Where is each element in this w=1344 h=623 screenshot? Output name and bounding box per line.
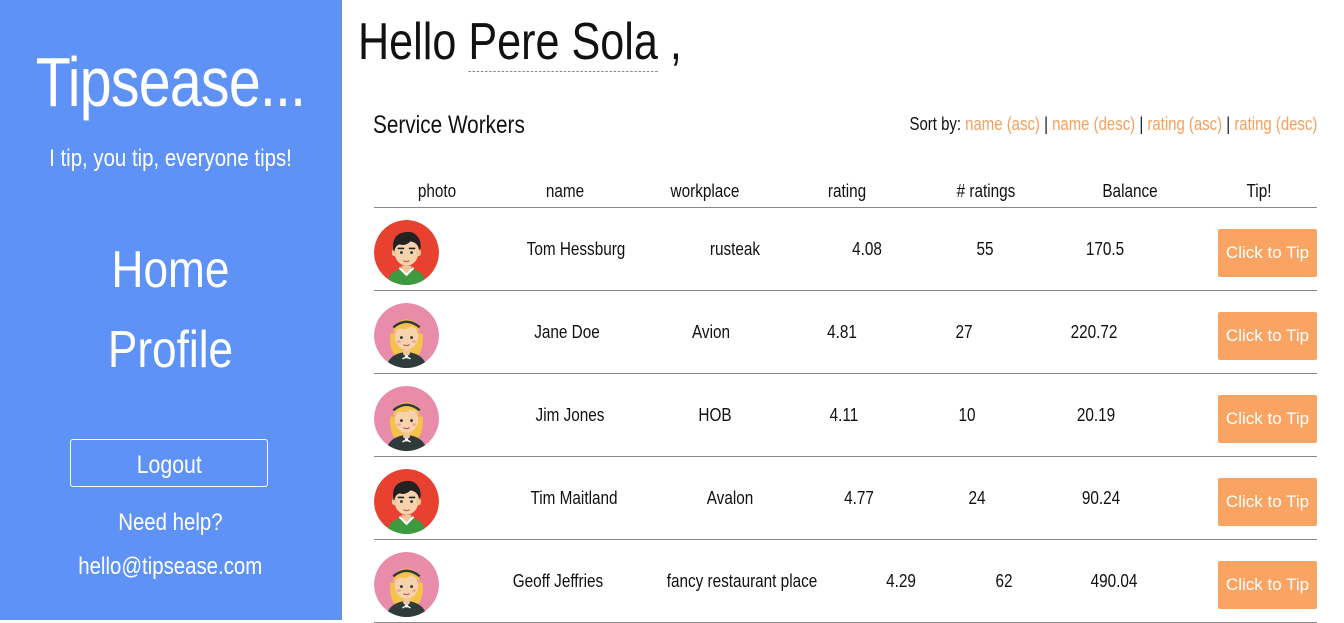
- section-title: Service Workers: [373, 111, 525, 139]
- worker-workplace: fancy restaurant place: [666, 571, 818, 591]
- contact-email[interactable]: hello@tipsease.com: [0, 552, 341, 582]
- worker-balance: 490.04: [1090, 571, 1138, 591]
- tip-button[interactable]: Click to Tip: [1218, 229, 1317, 277]
- logout-label: Logout: [136, 451, 202, 479]
- worker-balance: 90.24: [1081, 488, 1121, 508]
- logout-button[interactable]: Logout: [70, 439, 268, 487]
- worker-num-ratings: 27: [955, 322, 973, 342]
- column-header-rating: rating: [827, 181, 867, 201]
- greeting-suffix: ,: [669, 13, 682, 71]
- greeting-prefix: Hello: [358, 13, 457, 71]
- worker-workplace: Avalon: [706, 488, 754, 508]
- sort-bar: Sort by: name (asc) | name (desc) | rati…: [909, 112, 1317, 136]
- sort-name-desc-link[interactable]: name (desc): [1052, 114, 1135, 134]
- table-row: Tim Maitland Avalon 4.77 24 90.24 Click …: [374, 457, 1317, 540]
- sort-rating-desc-link[interactable]: rating (desc): [1234, 114, 1317, 134]
- worker-rating: 4.11: [829, 405, 859, 425]
- worker-num-ratings: 62: [995, 571, 1013, 591]
- female-avatar-icon: [374, 386, 439, 451]
- sort-name-asc-link[interactable]: name (asc): [965, 114, 1040, 134]
- column-header-workplace: workplace: [670, 181, 740, 201]
- tip-button[interactable]: Click to Tip: [1218, 312, 1317, 360]
- worker-name: Tim Maitland: [530, 488, 618, 508]
- sidebar: Tipsease... I tip, you tip, everyone tip…: [0, 0, 342, 620]
- table-row: Jim Jones HOB 4.11 10 20.19 Click to Tip: [374, 374, 1317, 457]
- worker-rating: 4.81: [827, 322, 857, 342]
- female-avatar-icon: [374, 552, 439, 617]
- worker-rating: 4.08: [852, 239, 882, 259]
- worker-workplace: Avion: [692, 322, 730, 342]
- worker-balance: 170.5: [1085, 239, 1125, 259]
- help-text: Need help?: [118, 509, 223, 536]
- column-header-name: name: [545, 181, 585, 201]
- worker-name: Geoff Jeffries: [512, 571, 604, 591]
- worker-name: Tom Hessburg: [526, 239, 626, 259]
- nav-home-link[interactable]: Home: [26, 240, 316, 300]
- tip-button[interactable]: Click to Tip: [1218, 561, 1317, 609]
- tagline: I tip, you tip, everyone tips!: [49, 145, 292, 172]
- table-row: Geoff Jeffries fancy restaurant place 4.…: [374, 540, 1317, 623]
- worker-balance: 220.72: [1070, 322, 1118, 342]
- tip-button[interactable]: Click to Tip: [1218, 395, 1317, 443]
- column-header-photo: photo: [417, 181, 457, 201]
- male-avatar-icon: [374, 220, 439, 285]
- worker-num-ratings: 55: [976, 239, 994, 259]
- worker-num-ratings: 10: [958, 405, 976, 425]
- table-row: Jane Doe Avion 4.81 27 220.72 Click to T…: [374, 291, 1317, 374]
- sort-separator: |: [1138, 114, 1143, 134]
- sort-separator: |: [1225, 114, 1230, 134]
- column-header-balance: Balance: [1102, 181, 1158, 201]
- greeting-username: Pere Sola: [468, 13, 658, 72]
- column-header-tip: Tip!: [1246, 181, 1272, 201]
- table-header: photo name workplace rating # ratings Ba…: [374, 178, 1317, 208]
- female-avatar-icon: [374, 303, 439, 368]
- worker-balance: 20.19: [1076, 405, 1116, 425]
- sort-rating-asc-link[interactable]: rating (asc): [1147, 114, 1222, 134]
- worker-name: Jane Doe: [534, 322, 600, 342]
- worker-workplace: HOB: [698, 405, 732, 425]
- male-avatar-icon: [374, 469, 439, 534]
- worker-num-ratings: 24: [968, 488, 986, 508]
- column-header-num-ratings: # ratings: [956, 181, 1016, 201]
- tip-button[interactable]: Click to Tip: [1218, 478, 1317, 526]
- worker-rating: 4.77: [844, 488, 874, 508]
- nav-profile-link[interactable]: Profile: [26, 320, 316, 380]
- sort-separator: |: [1043, 114, 1048, 134]
- worker-name: Jim Jones: [535, 405, 605, 425]
- worker-rating: 4.29: [886, 571, 916, 591]
- table-row: Tom Hessburg rusteak 4.08 55 170.5 Click…: [374, 208, 1317, 291]
- brand-logo-text: Tipsease...: [35, 43, 306, 121]
- worker-workplace: rusteak: [709, 239, 761, 259]
- sort-label: Sort by:: [909, 114, 961, 134]
- page-greeting: Hello Pere Sola ,: [358, 12, 682, 72]
